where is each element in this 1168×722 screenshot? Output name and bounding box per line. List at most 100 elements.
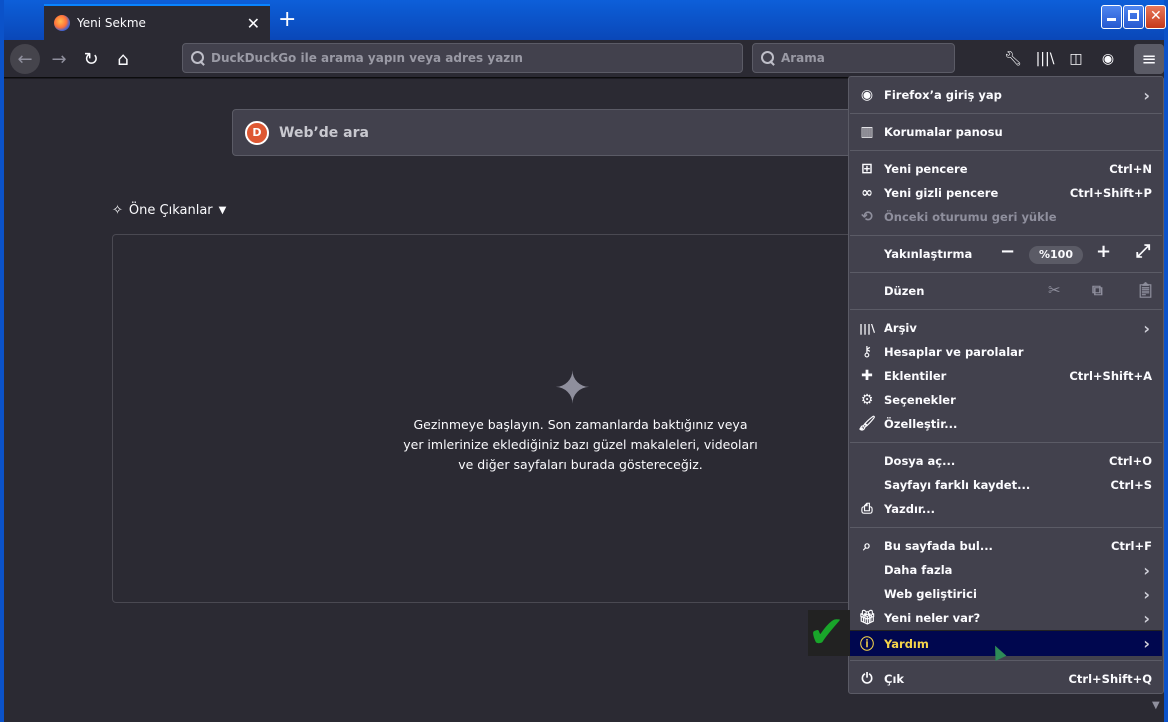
gift-icon: 🎁︎	[858, 610, 876, 626]
arrow-left-icon: ←	[17, 48, 33, 70]
menu-shortcut: Ctrl+Shift+P	[1069, 186, 1152, 200]
tab-new-tab[interactable]: Yeni Sekme ✕	[44, 4, 270, 40]
chevron-right-icon: ›	[1143, 608, 1150, 628]
power-icon: ⏻	[861, 671, 873, 687]
copy-icon[interactable]: ⧉	[1092, 281, 1103, 299]
menu-label: Yeni gizli pencere	[884, 186, 999, 200]
menu-label: Düzen	[884, 284, 925, 298]
puzzle-icon: ✚	[861, 368, 873, 384]
chevron-right-icon: ›	[1143, 85, 1150, 105]
arrow-right-icon: →	[51, 48, 67, 70]
menu-item-open-file[interactable]: Dosya aç... Ctrl+O	[850, 449, 1162, 473]
empty-state-message: Gezinmeye başlayın. Son zamanlarda baktı…	[403, 417, 758, 472]
new-window-icon: ⊞	[861, 161, 873, 177]
web-search-label: Web’de ara	[279, 124, 369, 141]
zoom-out-button[interactable]: −	[1000, 241, 1015, 262]
chevron-down-icon: ▼	[218, 205, 227, 216]
menu-item-more[interactable]: Daha fazla ›	[850, 558, 1162, 582]
menu-item-library[interactable]: |||\ Arşiv ›	[850, 316, 1162, 340]
menu-label: Arşiv	[884, 321, 917, 335]
menu-label: Bu sayfada bul...	[884, 539, 993, 553]
menu-label: Yardım	[884, 636, 929, 651]
menu-item-quit[interactable]: ⏻ Çık Ctrl+Shift+Q	[850, 667, 1162, 691]
menu-item-options[interactable]: ⚙ Seçenekler	[850, 388, 1162, 412]
menu-label: Seçenekler	[884, 393, 956, 407]
menu-separator	[850, 113, 1162, 114]
menu-label: Özelleştir...	[884, 417, 958, 431]
browser-window: Yeni Sekme ✕ + ✕ ← → ↻ ⌂ 🔧︎ |||\ ◫ ◉ ≡ D…	[0, 0, 1168, 722]
menu-item-help[interactable]: ⓘ Yardım ›	[850, 630, 1162, 656]
menu-separator	[850, 272, 1162, 273]
web-search-box[interactable]: D Web’de ara	[232, 109, 872, 156]
mask-icon: ∞	[861, 185, 873, 201]
forward-button[interactable]: →	[44, 44, 74, 74]
chevron-right-icon: ›	[1143, 634, 1150, 653]
home-button[interactable]: ⌂	[108, 44, 138, 74]
help-icon: ⓘ	[860, 636, 874, 653]
restore-icon: ⟲	[861, 209, 873, 225]
new-tab-button[interactable]: +	[278, 8, 296, 32]
url-input[interactable]	[211, 51, 707, 65]
menu-shortcut: Ctrl+N	[1109, 162, 1152, 176]
zoom-reset-button[interactable]: %100	[1029, 246, 1083, 264]
duckduckgo-logo-icon: D	[245, 120, 269, 145]
menu-item-find[interactable]: ⌕ Bu sayfada bul... Ctrl+F	[850, 534, 1162, 558]
search-input[interactable]	[780, 51, 954, 65]
menu-item-save-page[interactable]: Sayfayı farklı kaydet... Ctrl+S	[850, 473, 1162, 497]
chevron-right-icon: ›	[1143, 560, 1150, 580]
menu-label: Daha fazla	[884, 563, 953, 577]
reload-icon: ↻	[83, 48, 99, 70]
menu-separator	[850, 309, 1162, 310]
menu-item-new-window[interactable]: ⊞ Yeni pencere Ctrl+N	[850, 157, 1162, 181]
menu-item-web-developer[interactable]: Web geliştirici ›	[850, 582, 1162, 606]
chart-icon: ▥	[860, 124, 874, 140]
sparkle-icon: ✧	[112, 203, 123, 218]
fullscreen-icon[interactable]: ⤢	[1136, 241, 1150, 262]
search-icon	[191, 51, 205, 65]
menu-separator	[850, 150, 1162, 151]
menu-item-logins[interactable]: ⚷ Hesaplar ve parolalar	[850, 340, 1162, 364]
reload-button[interactable]: ↻	[76, 44, 106, 74]
gear-icon: ⚙	[860, 392, 874, 408]
sparkle-icon: ✦	[554, 363, 591, 414]
cut-icon[interactable]: ✂	[1048, 281, 1061, 299]
menu-item-print[interactable]: ⎙ Yazdır...	[850, 497, 1162, 521]
close-window-button[interactable]: ✕	[1145, 5, 1166, 29]
menu-shortcut: Ctrl+Shift+A	[1069, 369, 1152, 383]
account-icon[interactable]: ◉	[1095, 46, 1121, 72]
chevron-right-icon: ›	[1143, 584, 1150, 604]
minimize-button[interactable]	[1101, 5, 1122, 29]
menu-label: Çık	[884, 672, 905, 686]
wrench-icon[interactable]: 🔧︎	[1000, 46, 1026, 72]
zoom-in-button[interactable]: +	[1096, 241, 1111, 262]
menu-label: Yakınlaştırma	[884, 247, 973, 261]
menu-item-customize[interactable]: 🖌︎ Özelleştir...	[850, 412, 1162, 436]
search-icon: ⌕	[863, 538, 871, 554]
close-icon[interactable]: ✕	[247, 14, 260, 33]
library-icon: |||\	[858, 321, 876, 335]
sidebar-icon[interactable]: ◫	[1063, 46, 1089, 72]
search-icon	[761, 51, 775, 65]
maximize-button[interactable]	[1123, 5, 1144, 29]
back-button[interactable]: ←	[10, 44, 40, 74]
menu-item-new-private-window[interactable]: ∞ Yeni gizli pencere Ctrl+Shift+P	[850, 181, 1162, 205]
menu-item-whats-new[interactable]: 🎁︎ Yeni neler var? ›	[850, 606, 1162, 630]
tab-title: Yeni Sekme	[77, 16, 146, 30]
menu-label: Yeni pencere	[884, 162, 968, 176]
menu-label: Önceki oturumu geri yükle	[884, 210, 1057, 224]
firefox-logo-icon	[54, 15, 70, 31]
menu-label: Dosya aç...	[884, 454, 956, 468]
highlights-title: Öne Çıkanlar	[128, 203, 213, 218]
url-bar[interactable]	[182, 43, 743, 73]
paste-icon[interactable]: 📋︎	[1136, 281, 1155, 299]
search-bar[interactable]	[752, 43, 955, 73]
hamburger-menu-button[interactable]: ≡	[1134, 44, 1164, 74]
highlights-header[interactable]: ✧ Öne Çıkanlar ▼	[112, 203, 226, 218]
library-icon[interactable]: |||\	[1032, 46, 1058, 72]
menu-item-addons[interactable]: ✚ Eklentiler Ctrl+Shift+A	[850, 364, 1162, 388]
menu-item-protections[interactable]: ▥ Korumalar panosu	[850, 120, 1162, 144]
menu-shortcut: Ctrl+O	[1109, 454, 1152, 468]
menu-separator	[850, 442, 1162, 443]
menu-item-sign-in[interactable]: ◉ Firefox’a giriş yap ›	[850, 83, 1162, 107]
menu-label: Sayfayı farklı kaydet...	[884, 478, 1031, 492]
